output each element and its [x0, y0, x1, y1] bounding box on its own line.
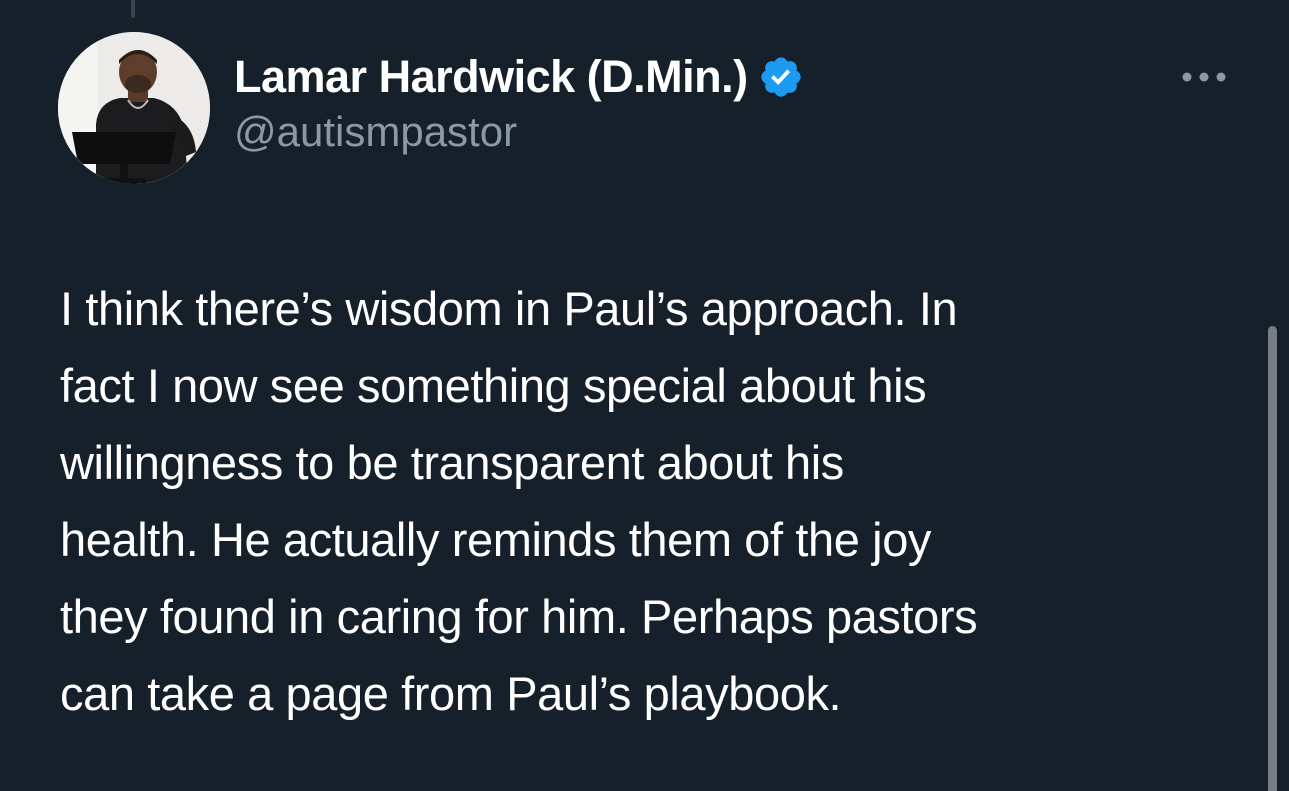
author-name-row: Lamar Hardwick (D.Min.) — [234, 51, 804, 103]
scrollbar-thumb[interactable] — [1268, 326, 1277, 791]
tweet-text-line: health. He actually reminds them of the … — [60, 513, 932, 566]
tweet-body-text: I think there’s wisdom in Paul’s approac… — [60, 270, 1235, 732]
tweet-header: Lamar Hardwick (D.Min.) @autismpastor — [234, 51, 804, 156]
more-horizontal-icon — [1182, 72, 1226, 82]
tweet-text-line: fact I now see something special about h… — [60, 359, 927, 412]
thread-connector-line — [131, 0, 135, 18]
author-handle[interactable]: @autismpastor — [234, 108, 804, 156]
tweet-text-line: willingness to be transparent about his — [60, 436, 844, 489]
author-display-name[interactable]: Lamar Hardwick (D.Min.) — [234, 51, 748, 103]
avatar[interactable] — [58, 32, 210, 184]
more-options-button[interactable] — [1178, 60, 1230, 94]
avatar-photo — [58, 32, 210, 184]
tweet-text-line: I think there’s wisdom in Paul’s approac… — [60, 282, 958, 335]
tweet-text-line: they found in caring for him. Perhaps pa… — [60, 590, 978, 643]
verified-badge-icon — [760, 57, 801, 97]
tweet-text-line: can take a page from Paul’s playbook. — [60, 667, 842, 720]
